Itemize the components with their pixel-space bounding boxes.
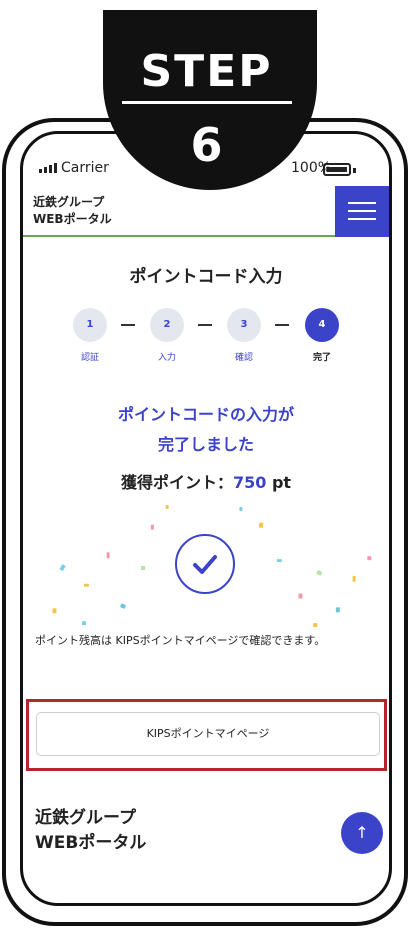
step-connector <box>275 324 289 326</box>
completion-message: ポイントコードの入力が 完了しました <box>117 405 294 454</box>
footer-logo[interactable]: 近鉄グループ WEBポータル <box>35 806 146 856</box>
back-to-top-button[interactable]: ↑ <box>341 812 383 854</box>
phone-screen: Carrier 100% 近鉄グループ WEBポータル ポイントコード入力 1 … <box>20 131 392 906</box>
success-check-icon <box>175 534 235 594</box>
balance-note: ポイント残高は KIPSポイントマイページで確認できます。 <box>35 634 326 647</box>
step-2-label: 入力 <box>157 353 176 363</box>
step-2-dot: 2 <box>150 308 184 342</box>
site-header: 近鉄グループ WEBポータル <box>23 186 389 237</box>
step-4-dot: 4 <box>305 308 339 342</box>
page-title: ポイントコード入力 <box>129 267 283 287</box>
step-connector <box>198 324 212 326</box>
step-1-dot: 1 <box>73 308 107 342</box>
step-4-label: 完了 <box>312 353 331 363</box>
hamburger-menu-button[interactable] <box>335 186 389 237</box>
kips-mypage-button[interactable]: KIPSポイントマイページ <box>36 712 380 756</box>
arrow-up-icon: ↑ <box>355 823 369 842</box>
points-value: 750 <box>232 473 267 492</box>
step-connector <box>121 324 135 326</box>
header-logo[interactable]: 近鉄グループ WEBポータル <box>33 194 112 228</box>
progress-stepper: 1 2 3 4 認証 入力 確認 完了 <box>23 308 389 368</box>
earned-points: 獲得ポイント：750 pt <box>120 473 292 492</box>
step-3-dot: 3 <box>227 308 261 342</box>
step-badge-title: STEP <box>140 46 273 97</box>
step-1-label: 認証 <box>80 353 99 363</box>
step-3-label: 確認 <box>234 353 253 363</box>
step-badge-divider <box>122 101 292 104</box>
step-badge-number: 6 <box>190 118 223 172</box>
